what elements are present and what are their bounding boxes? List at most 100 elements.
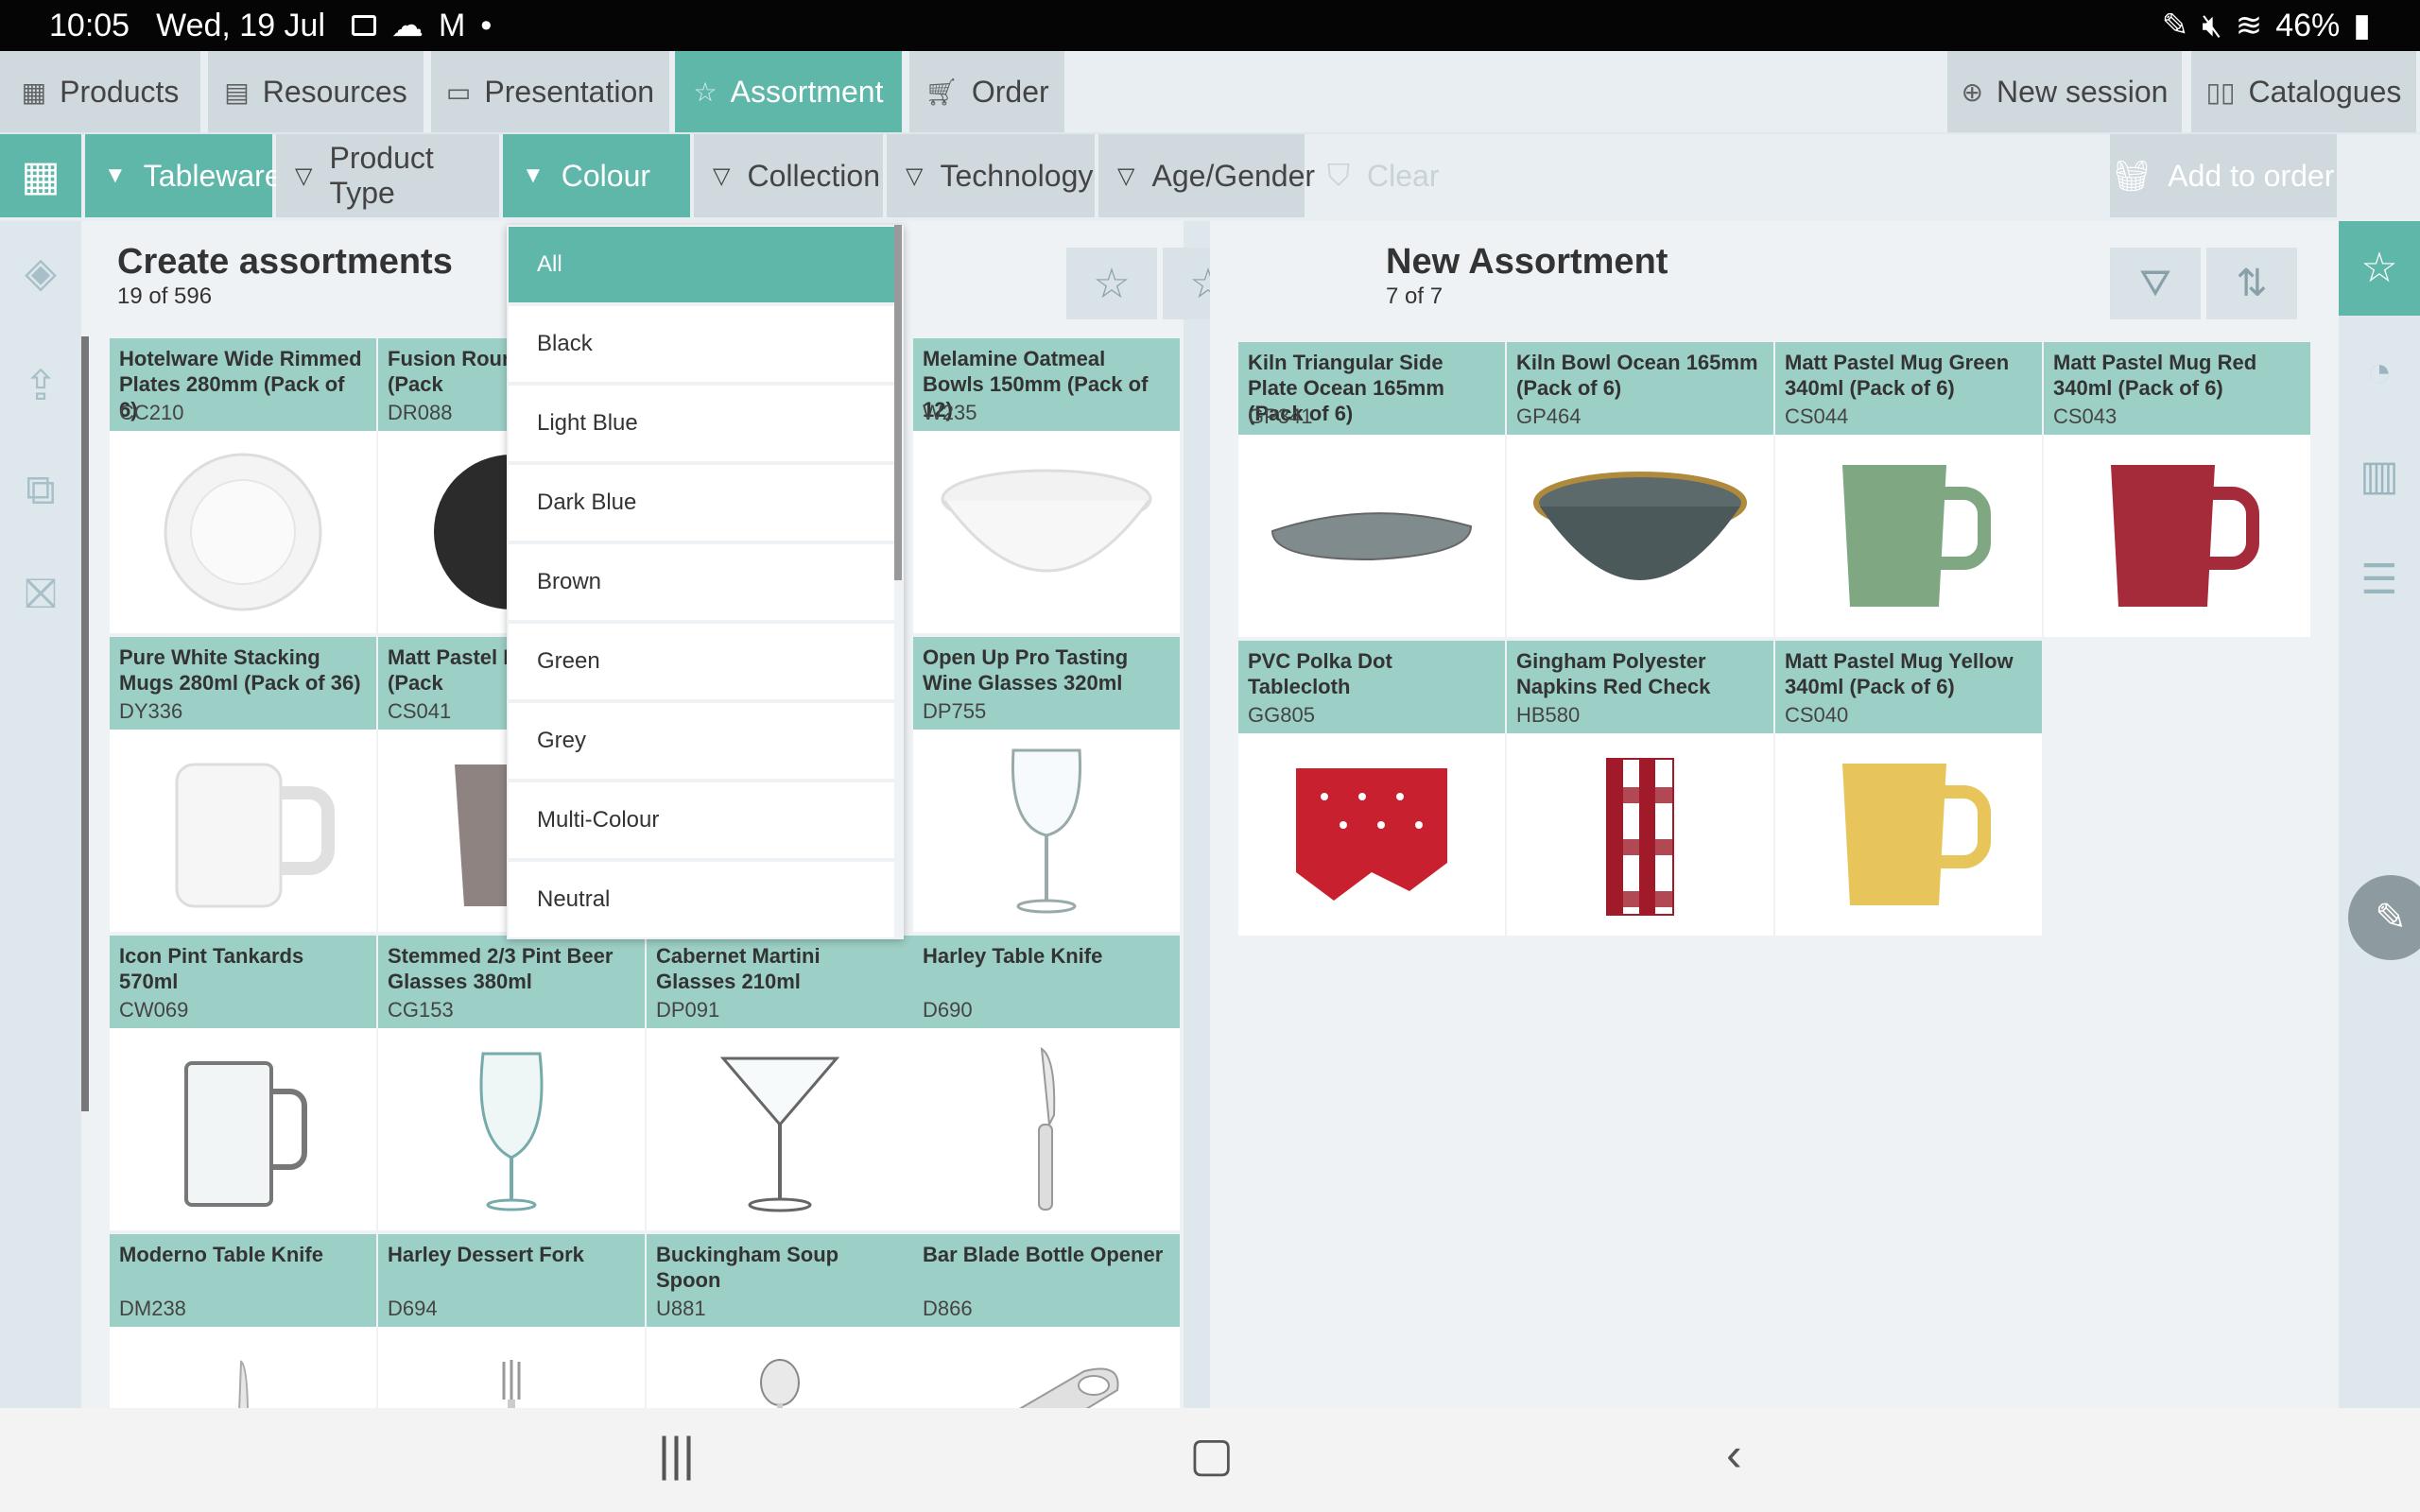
tab-products-label: Products xyxy=(60,74,180,109)
product-code: CS044 xyxy=(1785,404,1849,428)
tab-assortment[interactable]: ☆ Assortment xyxy=(675,51,906,132)
save-star-icon[interactable]: ⛝ xyxy=(17,571,64,618)
list-sort-icon[interactable]: ☰ xyxy=(2339,533,2420,627)
product-card[interactable]: Harley Table Knife D690 xyxy=(913,936,1180,1230)
triangle-down-icon: ▼ xyxy=(104,163,127,188)
sort-icon: ⇅ xyxy=(2236,263,2268,304)
colour-option-all[interactable]: All xyxy=(509,227,894,302)
layers-icon[interactable]: ◈ xyxy=(17,249,64,297)
colour-option-dark-blue[interactable]: Dark Blue xyxy=(509,465,894,541)
colour-option-grey[interactable]: Grey xyxy=(509,703,894,779)
sort-button[interactable]: ⇅ xyxy=(2206,248,2297,319)
colour-option-light-blue[interactable]: Light Blue xyxy=(509,386,894,461)
colour-option-brown[interactable]: Brown xyxy=(509,544,894,620)
product-card[interactable]: Icon Pint Tankards 570ml CW069 xyxy=(110,936,376,1230)
product-card[interactable]: Stemmed 2/3 Pint Beer Glasses 380ml CG15… xyxy=(378,936,645,1230)
product-name: Matt Pastel Mug Yellow 340ml (Pack of 6) xyxy=(1785,649,2014,698)
dropdown-scrollbar[interactable] xyxy=(894,225,902,580)
product-code: CG153 xyxy=(388,998,454,1022)
product-card[interactable]: Cabernet Martini Glasses 210ml DP091 xyxy=(647,936,913,1230)
filter-tableware[interactable]: ▼ Tableware xyxy=(85,134,282,217)
share-icon[interactable]: ⇪ xyxy=(17,363,64,410)
product-card[interactable]: Harley Dessert Fork D694 xyxy=(378,1234,645,1408)
dot-icon: • xyxy=(480,7,493,43)
left-scrollbar[interactable] xyxy=(81,336,89,1111)
tab-resources[interactable]: ▤ Resources xyxy=(208,51,427,132)
product-name: Kiln Bowl Ocean 165mm (Pack of 6) xyxy=(1516,351,1758,400)
product-card[interactable]: Hotelware Wide Rimmed Plates 280mm (Pack… xyxy=(110,338,376,633)
assortment-card[interactable]: Matt Pastel Mug Yellow 340ml (Pack of 6)… xyxy=(1775,641,2042,936)
product-card[interactable]: Open Up Pro Tasting Wine Glasses 320ml D… xyxy=(913,637,1180,932)
status-time: 10:05 xyxy=(49,7,130,43)
filter-product-type[interactable]: ▽ Product Type xyxy=(276,134,499,217)
product-image xyxy=(647,1028,913,1230)
tab-resources-label: Resources xyxy=(262,74,407,109)
pen-icon: ✎ xyxy=(2161,8,2189,43)
product-code: D690 xyxy=(923,998,973,1022)
pie-chart-icon[interactable]: ◔ xyxy=(2339,325,2420,420)
product-code: GG805 xyxy=(1248,703,1315,727)
recents-icon[interactable]: ||| xyxy=(658,1427,695,1482)
product-card[interactable]: Bar Blade Bottle Opener D866 xyxy=(913,1234,1180,1408)
product-code: GP464 xyxy=(1516,404,1582,428)
filter-collection[interactable]: ▽ Collection xyxy=(694,134,883,217)
product-name: Harley Dessert Fork xyxy=(388,1243,584,1266)
product-card[interactable]: Buckingham Soup Spoon U881 xyxy=(647,1234,913,1408)
product-card[interactable]: Moderno Table Knife DM238 xyxy=(110,1234,376,1408)
tab-products[interactable]: ▦ Products xyxy=(0,51,204,132)
product-card[interactable]: Pure White Stacking Mugs 280ml (Pack of … xyxy=(110,637,376,932)
new-session-button[interactable]: ⊕ New session xyxy=(1947,51,2186,132)
assortment-card[interactable]: PVC Polka Dot Tablecloth GG805 xyxy=(1238,641,1505,936)
colour-option-green[interactable]: Green xyxy=(509,624,894,699)
product-name: PVC Polka Dot Tablecloth xyxy=(1248,649,1392,698)
assortment-card[interactable]: Kiln Triangular Side Plate Ocean 165mm (… xyxy=(1238,342,1505,637)
product-header: Stemmed 2/3 Pint Beer Glasses 380ml CG15… xyxy=(378,936,645,1028)
product-image xyxy=(913,730,1180,932)
product-code: CS043 xyxy=(2053,404,2118,428)
product-image xyxy=(1238,435,1505,637)
product-code: DM238 xyxy=(119,1297,186,1320)
product-header: Moderno Table Knife DM238 xyxy=(110,1234,376,1327)
colour-option-multi-colour[interactable]: Multi-Colour xyxy=(509,782,894,858)
catalogues-button[interactable]: ▯▯ Catalogues xyxy=(2191,51,2420,132)
assortment-card[interactable]: Matt Pastel Mug Green 340ml (Pack of 6) … xyxy=(1775,342,2042,637)
product-header: Kiln Bowl Ocean 165mm (Pack of 6) GP464 xyxy=(1507,342,1773,435)
product-image xyxy=(647,1327,913,1408)
cart-icon: 🛒︎ xyxy=(925,77,959,107)
home-icon[interactable]: ▢ xyxy=(1189,1427,1234,1482)
triangle-down-outline-icon: ▽ xyxy=(1117,163,1135,189)
filter-age-gender[interactable]: ▽ Age/Gender xyxy=(1098,134,1315,217)
add-to-assortment-button[interactable]: ☆ xyxy=(1066,248,1157,319)
assortment-card[interactable]: Kiln Bowl Ocean 165mm (Pack of 6) GP464 xyxy=(1507,342,1773,637)
tab-presentation[interactable]: ▭ Presentation xyxy=(431,51,673,132)
assortment-card[interactable]: Gingham Polyester Napkins Red Check HB58… xyxy=(1507,641,1773,936)
product-image xyxy=(110,1327,376,1408)
product-card[interactable]: Melamine Oatmeal Bowls 150mm (Pack of 12… xyxy=(913,338,1180,633)
filter-colour[interactable]: ▼ Colour xyxy=(503,134,690,217)
resources-icon: ▤ xyxy=(224,77,250,107)
assortment-card[interactable]: Matt Pastel Mug Red 340ml (Pack of 6) CS… xyxy=(2044,342,2310,637)
add-to-order-button[interactable]: 🧺︎ Add to order xyxy=(2110,134,2337,217)
triangle-down-outline-icon: ▽ xyxy=(295,163,313,189)
product-image xyxy=(110,431,376,633)
back-icon[interactable]: ‹ xyxy=(1726,1427,1742,1482)
filter-technology[interactable]: ▽ Technology xyxy=(887,134,1095,217)
tab-order[interactable]: 🛒︎ Order xyxy=(909,51,1068,132)
filter-button[interactable]: ⛛ xyxy=(2110,248,2201,319)
product-header: Harley Dessert Fork D694 xyxy=(378,1234,645,1327)
star-icon[interactable]: ☆ xyxy=(2339,221,2420,316)
product-code: CW069 xyxy=(119,998,189,1022)
product-image xyxy=(1507,435,1773,637)
bar-chart-icon[interactable]: ▥ xyxy=(2339,429,2420,524)
grid-view-button[interactable]: ▦ xyxy=(0,134,81,217)
tab-assortment-label: Assortment xyxy=(730,74,884,109)
book-icon: ▯▯ xyxy=(2205,77,2236,107)
new-assortment-panel: New Assortment 7 of 7 Kiln Triangular Si… xyxy=(1210,221,2339,1408)
clear-filters-label: Clear xyxy=(1367,158,1440,193)
clear-filters-button[interactable]: ⛉ Clear xyxy=(1308,134,1460,217)
colour-option-neutral[interactable]: Neutral xyxy=(509,862,894,937)
copy-icon[interactable]: ⧉ xyxy=(17,467,64,514)
product-name: Pure White Stacking Mugs 280ml (Pack of … xyxy=(119,645,361,695)
colour-option-black[interactable]: Black xyxy=(509,306,894,382)
product-name: Buckingham Soup Spoon xyxy=(656,1243,839,1292)
